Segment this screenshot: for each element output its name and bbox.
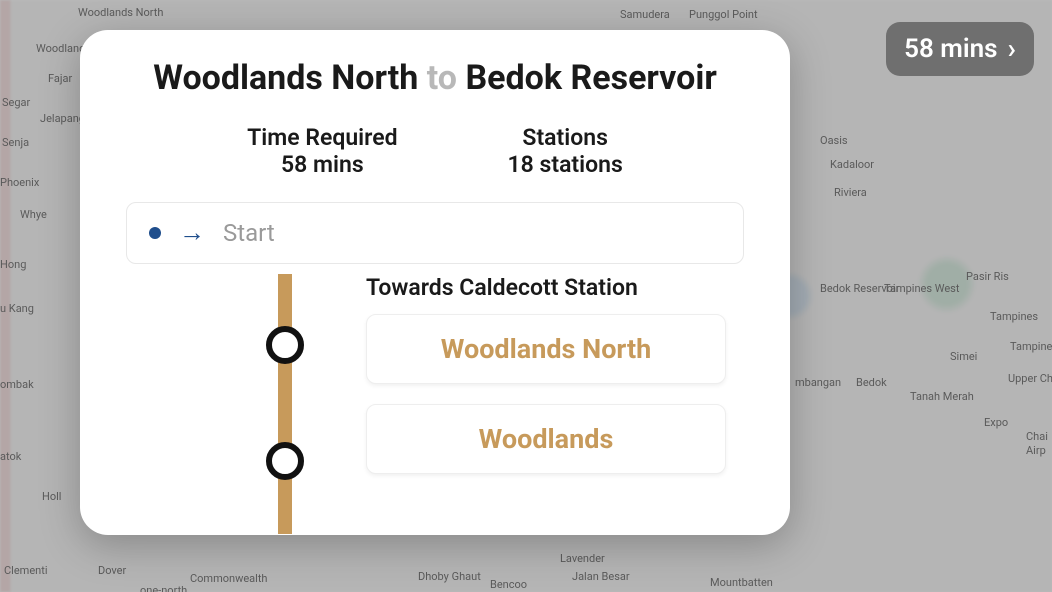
route-to: Bedok Reservoir [465, 58, 716, 98]
map-label: Pasir Ris [966, 270, 1009, 283]
map-label: Tampine [1010, 340, 1052, 353]
map-label: Fajar [48, 72, 72, 85]
towards-label: Towards Caldecott Station [366, 274, 638, 301]
route-line-area: Towards Caldecott Station Woodlands Nort… [116, 274, 754, 534]
stat-stations-value: 18 stations [508, 151, 623, 178]
route-modal: Woodlands North to Bedok Reservoir Time … [80, 30, 790, 535]
stat-stations-label: Stations [508, 124, 623, 151]
time-badge-button[interactable]: 58 mins › [886, 22, 1034, 76]
map-label: Senja [2, 136, 29, 149]
start-dot-icon [149, 227, 161, 239]
map-label: Simei [950, 350, 977, 363]
time-badge-text: 58 mins [904, 34, 997, 64]
map-label: Riviera [834, 186, 867, 199]
stop-marker-icon [266, 442, 304, 480]
map-label: Bedok [856, 376, 887, 389]
route-from: Woodlands North [153, 58, 418, 98]
stat-time-label: Time Required [247, 124, 397, 151]
map-label: Phoenix [0, 176, 39, 189]
map-label: Bencoo [490, 578, 527, 591]
route-title: Woodlands North to Bedok Reservoir [116, 58, 754, 98]
map-label: Mountbatten [710, 576, 773, 589]
stat-stations: Stations 18 stations [508, 124, 623, 178]
map-label: u Kang [0, 302, 34, 315]
map-label: Oasis [820, 134, 848, 147]
map-label: Commonwealth [190, 572, 268, 585]
map-label: Upper Ch [1008, 372, 1052, 385]
map-label: Tanah Merah [910, 390, 974, 403]
map-label: Expo [984, 416, 1008, 429]
map-label: mbangan [795, 376, 841, 389]
stat-time: Time Required 58 mins [247, 124, 397, 178]
map-label: atok [0, 450, 21, 463]
map-label: Samudera [620, 8, 670, 21]
map-label: Kadaloor [830, 158, 874, 171]
station-item[interactable]: Woodlands North [366, 314, 726, 384]
map-label: Lavender [560, 552, 605, 565]
map-label: one-north [140, 584, 187, 592]
station-item[interactable]: Woodlands [366, 404, 726, 474]
map-label: Bedok Reservoir [820, 282, 899, 295]
map-label: Punggol Point [689, 8, 758, 21]
map-label: Jalan Besar [572, 570, 630, 583]
map-label: Hong [0, 258, 26, 271]
map-label: Dover [98, 564, 126, 577]
start-row[interactable]: → Start [126, 202, 744, 264]
arrow-right-icon: → [179, 220, 205, 246]
map-label: Whye [20, 208, 47, 221]
start-label: Start [223, 219, 275, 247]
map-label: Jelapang [40, 112, 85, 125]
map-label: Clementi [4, 564, 48, 577]
stop-marker-icon [266, 326, 304, 364]
route-stats: Time Required 58 mins Stations 18 statio… [116, 124, 754, 178]
map-label: ombak [0, 378, 34, 391]
map-label: Chai [1026, 430, 1048, 443]
map-label: Airp [1026, 444, 1046, 457]
route-connector: to [427, 58, 457, 98]
chevron-right-icon: › [1008, 35, 1016, 63]
map-label: Woodlands North [78, 6, 163, 19]
map-label: Dhoby Ghaut [418, 570, 481, 583]
map-label: Tampines [990, 310, 1038, 323]
stat-time-value: 58 mins [247, 151, 397, 178]
map-label: Segar [2, 96, 30, 109]
map-label: Holl [42, 490, 61, 503]
route-line [278, 274, 292, 534]
